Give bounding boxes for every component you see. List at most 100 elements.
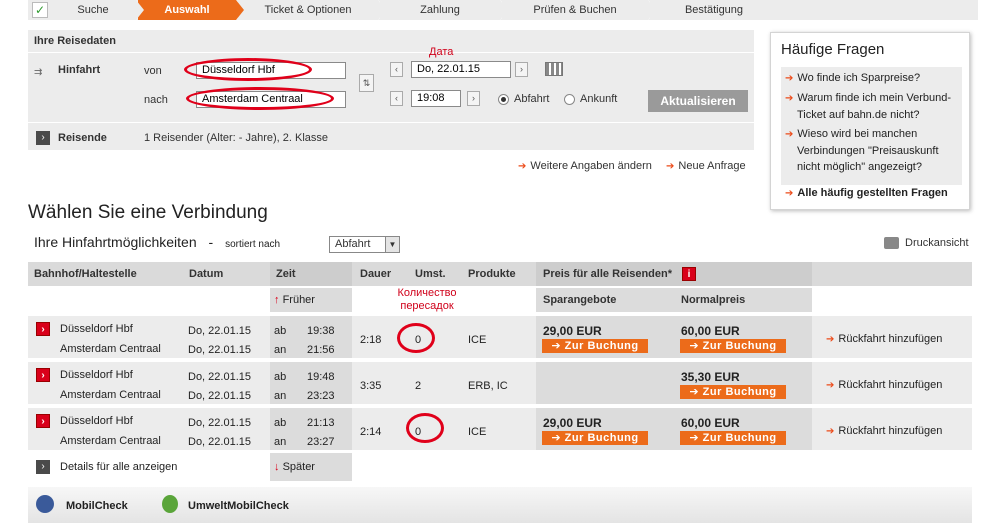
umwelt-link[interactable]: UmweltMobilCheck: [188, 500, 289, 512]
add-return-link[interactable]: ➔ Rückfahrt hinzufügen: [826, 379, 942, 391]
dep-time: 21:13: [307, 417, 335, 429]
ankunft-label: Ankunft: [580, 93, 618, 105]
col-transfers: Umst.: [415, 268, 446, 280]
arrow-right-icon: ➔: [826, 334, 835, 345]
duration: 2:14: [360, 426, 382, 438]
book-spar-button[interactable]: ➔ Zur Buchung: [542, 431, 648, 445]
faq-item[interactable]: ➔ Warum finde ich mein Verbund-Ticket auf…: [785, 90, 957, 123]
annotation-oval: [184, 58, 312, 81]
arrow-right-icon: ➔: [826, 426, 835, 437]
spar-price: 29,00 EUR: [543, 416, 602, 430]
calendar-icon[interactable]: [545, 62, 563, 76]
abfahrt-radio[interactable]: [498, 94, 509, 105]
expand-arrow-icon[interactable]: ›: [36, 460, 50, 474]
step-ticket-optionen: Ticket & Optionen: [238, 0, 388, 20]
col-station: Bahnhof/Haltestelle: [34, 268, 137, 280]
arrow-down-icon: ↓: [274, 461, 280, 473]
spar-price: 29,00 EUR: [543, 324, 602, 338]
step-label: Auswahl: [164, 4, 210, 16]
expand-arrow-icon[interactable]: ›: [36, 368, 50, 382]
faq-item[interactable]: ➔ Wo finde ich Sparpreise?: [785, 70, 957, 87]
reisende-label: Reisende: [58, 132, 107, 144]
sort-select[interactable]: Abfahrt ▼: [329, 236, 400, 253]
book-normal-button[interactable]: ➔ Zur Buchung: [680, 339, 786, 353]
more-details-link[interactable]: ➔ Weitere Angaben ändern: [518, 160, 652, 172]
table-header: Bahnhof/Haltestelle Datum Zeit Dauer Ums…: [28, 262, 972, 286]
table-row[interactable]: › Düsseldorf Hbf Amsterdam Centraal Do, …: [28, 408, 972, 450]
arrow-right-icon: ➔: [826, 380, 835, 391]
time-next-button[interactable]: ›: [467, 91, 480, 106]
col-price: Preis für alle Reisenden*: [543, 268, 672, 280]
date-prev-button[interactable]: ‹: [390, 62, 403, 77]
dep-date: Do, 22.01.15: [188, 325, 251, 337]
col-time: Zeit: [276, 268, 296, 280]
add-return-link[interactable]: ➔ Rückfahrt hinzufügen: [826, 425, 942, 437]
arr-date: Do, 22.01.15: [188, 390, 251, 402]
swap-stations-icon[interactable]: ⇅: [359, 74, 374, 92]
new-request-link[interactable]: ➔ Neue Anfrage: [666, 160, 746, 172]
faq-title: Häufige Fragen: [781, 41, 885, 58]
step-label: Ticket & Optionen: [264, 4, 352, 16]
info-icon[interactable]: i: [682, 267, 696, 281]
details-all-link[interactable]: Details für alle anzeigen: [60, 461, 177, 473]
update-button[interactable]: Aktualisieren: [648, 90, 748, 112]
chevron-down-icon: ▼: [385, 237, 399, 252]
step-label: Zahlung: [420, 4, 460, 16]
annotation-oval: [186, 87, 334, 110]
normal-price: 35,30 EUR: [681, 370, 740, 384]
earlier-link[interactable]: ↑ Früher: [274, 294, 315, 306]
dep-date: Do, 22.01.15: [188, 371, 251, 383]
table-row[interactable]: › Düsseldorf Hbf Amsterdam Centraal Do, …: [28, 316, 972, 358]
step-auswahl: Auswahl: [138, 0, 246, 20]
arrow-right-icon: ➔: [785, 188, 794, 199]
col-duration: Dauer: [360, 268, 392, 280]
normal-price: 60,00 EUR: [681, 416, 740, 430]
arrow-right-icon: ➔: [518, 161, 527, 172]
dep-time: 19:38: [307, 325, 335, 337]
expand-arrow-icon[interactable]: ›: [36, 131, 50, 145]
time-prev-button[interactable]: ‹: [390, 91, 403, 106]
arrow-right-icon: ➔: [666, 161, 675, 172]
book-spar-button[interactable]: ➔ Zur Buchung: [542, 339, 648, 353]
expand-arrow-icon[interactable]: ›: [36, 322, 50, 336]
arr-time: 23:27: [307, 436, 335, 448]
expand-arrow-icon[interactable]: ›: [36, 414, 50, 428]
panel-title: Ihre Reisedaten: [34, 35, 116, 47]
table-footer: › Details für alle anzeigen ↓ Später: [28, 453, 972, 481]
col-date: Datum: [189, 268, 224, 280]
sort-label: sortiert nach: [225, 239, 281, 250]
umwelt-leaf-icon: [162, 495, 178, 513]
ankunft-radio[interactable]: [564, 94, 575, 105]
add-return-link[interactable]: ➔ Rückfahrt hinzufügen: [826, 333, 942, 345]
booking-progress-bar: ✓ Suche Auswahl Ticket & Optionen Zahlun…: [28, 0, 978, 20]
transfers-annotation: Количество пересадок: [397, 287, 457, 312]
checkmark-icon: ✓: [32, 2, 48, 18]
travel-data-panel: Ihre Reisedaten ⇉ Hinfahrt von Düsseldor…: [28, 30, 754, 150]
time-input[interactable]: 19:08: [411, 90, 461, 107]
arr-date: Do, 22.01.15: [188, 436, 251, 448]
products: ICE: [468, 426, 487, 438]
arrow-right-icon: ➔: [785, 73, 794, 84]
later-link[interactable]: ↓ Später: [274, 461, 315, 473]
print-link[interactable]: Druckansicht: [884, 237, 969, 250]
annotation-oval: [397, 323, 435, 353]
faq-item[interactable]: ➔ Wieso wird bei manchen Verbindungen "Pr…: [785, 126, 957, 175]
mobilcheck-link[interactable]: MobilCheck: [66, 500, 128, 512]
arr-time: 21:56: [307, 344, 335, 356]
arr-time: 23:23: [307, 390, 335, 402]
table-row[interactable]: › Düsseldorf Hbf Amsterdam Centraal Do, …: [28, 362, 972, 404]
annotation-oval: [406, 413, 444, 443]
step-suche[interactable]: ✓ Suche: [28, 0, 146, 20]
book-normal-button[interactable]: ➔ Zur Buchung: [680, 431, 786, 445]
faq-box: Häufige Fragen ➔ Wo finde ich Sparpreise?…: [770, 32, 970, 210]
nach-label: nach: [144, 94, 168, 106]
dep-date: Do, 22.01.15: [188, 417, 251, 429]
col-products: Produkte: [468, 268, 516, 280]
date-next-button[interactable]: ›: [515, 62, 528, 77]
page-heading: Wählen Sie eine Verbindung: [28, 202, 268, 223]
date-input[interactable]: Do, 22.01.15: [411, 61, 511, 78]
to-station: Amsterdam Centraal: [60, 343, 161, 355]
faq-all-link[interactable]: ➔ Alle häufig gestellten Fragen: [785, 187, 948, 199]
bottom-toolbar: MobilCheck UmweltMobilCheck: [28, 487, 972, 523]
book-normal-button[interactable]: ➔ Zur Buchung: [680, 385, 786, 399]
